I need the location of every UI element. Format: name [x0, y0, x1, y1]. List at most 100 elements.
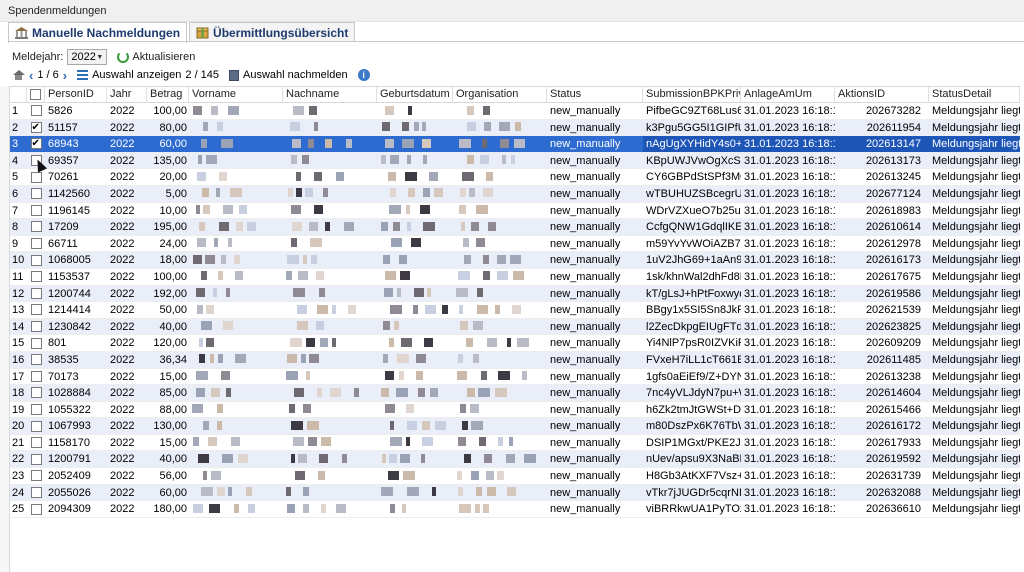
row-checkbox[interactable]	[30, 271, 42, 283]
submit-selection-button[interactable]: Auswahl nachmelden	[243, 69, 348, 81]
row-checkbox[interactable]	[30, 453, 42, 465]
tab-uebermittlungsuebersicht[interactable]: Übermittlungsübersicht	[189, 22, 356, 42]
row-select-cell[interactable]	[27, 385, 45, 401]
table-row[interactable]: 19 1055322 2022 88,00 new_manually h6Zk2tmJtG…	[10, 402, 1020, 419]
list-icon	[77, 70, 89, 80]
row-select-cell[interactable]	[27, 485, 45, 501]
table-row[interactable]: 4 69357 2022 135,00 new_manually KBpUWJVwOgXc…	[10, 152, 1020, 170]
header-betrag[interactable]: Betrag	[147, 87, 189, 102]
header-select-all[interactable]	[27, 87, 45, 102]
row-checkbox[interactable]	[30, 486, 42, 498]
header-nachname[interactable]: Nachname	[283, 87, 377, 102]
next-page-icon[interactable]: ›	[63, 69, 67, 82]
row-select-cell[interactable]	[27, 219, 45, 235]
header-geburtsdatum[interactable]: Geburtsdatum	[377, 87, 453, 102]
submission-cell: 1gfs0aEiEf9/Z+DYNQy	[646, 370, 741, 383]
row-select-cell[interactable]	[27, 501, 45, 517]
header-status[interactable]: Status	[547, 87, 643, 102]
row-checkbox[interactable]	[30, 204, 42, 216]
table-row[interactable]: 9 66711 2022 24,00 new_manually m59YvYvWOiAZB…	[10, 236, 1020, 253]
row-checkbox[interactable]	[30, 354, 42, 366]
table-row[interactable]: 17 70173 2022 15,00 new_manually 1gfs0aEiEf9/…	[10, 369, 1020, 386]
table-row[interactable]: 5 70261 2022 20,00 new_manually CY6GBPdStSPf3…	[10, 169, 1020, 186]
row-select-cell[interactable]	[27, 203, 45, 219]
table-row[interactable]: 10 1068005 2022 18,00 new_manually 1uV2JhG69+…	[10, 252, 1020, 269]
row-checkbox[interactable]	[30, 287, 42, 299]
row-checkbox[interactable]	[30, 136, 42, 152]
row-checkbox[interactable]	[30, 437, 42, 449]
previous-page-icon[interactable]: ‹	[29, 69, 33, 82]
table-row[interactable]: 24 2055026 2022 60,00 new_manually vTkr7jJUGD…	[10, 484, 1020, 502]
table-row[interactable]: 20 1067993 2022 130,00 new_manually m80DszPx6…	[10, 418, 1020, 435]
row-select-cell[interactable]	[27, 186, 45, 202]
header-submission[interactable]: SubmissionBPKPrivate	[643, 87, 741, 102]
table-row[interactable]: 7 1196145 2022 10,00 new_manually WDrVZXueO7b…	[10, 203, 1020, 220]
refresh-button[interactable]: Aktualisieren	[117, 51, 195, 63]
year-select[interactable]: 2022 ▼	[67, 49, 108, 65]
row-select-cell[interactable]	[27, 352, 45, 368]
table-row[interactable]: 23 2052409 2022 56,00 new_manually H8Gb3AtKXF…	[10, 468, 1020, 485]
row-select-cell[interactable]	[27, 402, 45, 418]
row-select-cell[interactable]	[27, 319, 45, 335]
row-checkbox[interactable]	[30, 238, 42, 250]
row-select-cell[interactable]	[27, 451, 45, 467]
table-row[interactable]: 12 1200744 2022 192,00 new_manually kT/gLsJ+h…	[10, 285, 1020, 303]
row-select-cell[interactable]	[27, 435, 45, 451]
row-select-cell[interactable]	[27, 120, 45, 135]
table-row[interactable]: 1 5826 2022 100,00 new_manually PifbeGC9ZT68L…	[10, 103, 1020, 120]
row-checkbox[interactable]	[30, 304, 42, 316]
row-checkbox[interactable]	[30, 503, 42, 515]
row-checkbox[interactable]	[30, 221, 42, 233]
header-anlage[interactable]: AnlageAmUm	[741, 87, 835, 102]
row-checkbox[interactable]	[30, 420, 42, 432]
table-row[interactable]: 25 2094309 2022 180,00 new_manually viBRRkwUA…	[10, 501, 1020, 518]
select-all-checkbox[interactable]	[30, 89, 41, 100]
row-checkbox[interactable]	[30, 470, 42, 482]
row-select-cell[interactable]	[27, 169, 45, 185]
header-vorname[interactable]: Vorname	[189, 87, 283, 102]
row-checkbox[interactable]	[30, 120, 42, 135]
table-row[interactable]: 2 51157 2022 80,00 new_manually k3Pgu5GG5I1GI…	[10, 119, 1020, 137]
table-row[interactable]: 22 1200791 2022 40,00 new_manually nUev/apsu9…	[10, 451, 1020, 469]
info-icon[interactable]: i	[357, 69, 370, 81]
row-checkbox[interactable]	[30, 387, 42, 399]
row-select-cell[interactable]	[27, 136, 45, 152]
row-checkbox[interactable]	[30, 370, 42, 382]
tab-manuelle-nachmeldungen[interactable]: Manuelle Nachmeldungen	[8, 22, 188, 43]
row-checkbox[interactable]	[30, 403, 42, 415]
row-select-cell[interactable]	[27, 468, 45, 484]
row-checkbox[interactable]	[30, 188, 42, 200]
header-personid[interactable]: PersonID	[45, 87, 107, 102]
show-selection-button[interactable]: Auswahl anzeigen	[92, 69, 181, 81]
row-checkbox[interactable]	[30, 171, 42, 183]
table-row[interactable]: 3 68943 2022 60,00 new_manually nAgUgXYHidY4s…	[10, 136, 1020, 153]
table-row[interactable]: 11 1153537 2022 100,00 new_manually 1sk/khnWa…	[10, 269, 1020, 286]
row-select-cell[interactable]	[27, 335, 45, 351]
row-checkbox[interactable]	[30, 321, 42, 333]
row-select-cell[interactable]	[27, 418, 45, 434]
row-checkbox[interactable]	[30, 254, 42, 266]
row-select-cell[interactable]	[27, 252, 45, 268]
row-checkbox[interactable]	[30, 105, 42, 117]
table-row[interactable]: 15 801 2022 120,00 new_manually Yi4NlP7psR0IZ…	[10, 335, 1020, 352]
table-row[interactable]: 21 1158170 2022 15,00 new_manually DSIP1MGxt/…	[10, 435, 1020, 452]
table-row[interactable]: 6 1142560 2022 5,00 new_manually wTBUHUZSBceg…	[10, 185, 1020, 203]
row-select-cell[interactable]	[27, 286, 45, 302]
row-select-cell[interactable]	[27, 103, 45, 119]
table-row[interactable]: 16 38535 2022 36,34 new_manually FVxeH7iLL1cT…	[10, 351, 1020, 369]
table-row[interactable]: 14 1230842 2022 40,00 new_manually l2ZecDkpgE…	[10, 318, 1020, 336]
row-select-cell[interactable]	[27, 302, 45, 318]
row-select-cell[interactable]	[27, 236, 45, 252]
table-row[interactable]: 13 1214414 2022 50,00 new_manually BBgy1x5SI5…	[10, 302, 1020, 319]
redacted-block	[235, 354, 246, 364]
table-row[interactable]: 18 1028884 2022 85,00 new_manually 7nc4yVLJdy…	[10, 385, 1020, 402]
header-aktionsid[interactable]: AktionsID	[835, 87, 929, 102]
home-icon[interactable]	[12, 69, 25, 81]
header-jahr[interactable]: Jahr	[107, 87, 147, 102]
table-row[interactable]: 8 17209 2022 195,00 new_manually CcfgQNW1Gdql…	[10, 219, 1020, 236]
row-select-cell[interactable]	[27, 369, 45, 385]
row-select-cell[interactable]	[27, 269, 45, 285]
header-organisation[interactable]: Organisation	[453, 87, 547, 102]
header-statusdetail[interactable]: StatusDetail	[929, 87, 1020, 102]
row-checkbox[interactable]	[30, 337, 42, 349]
